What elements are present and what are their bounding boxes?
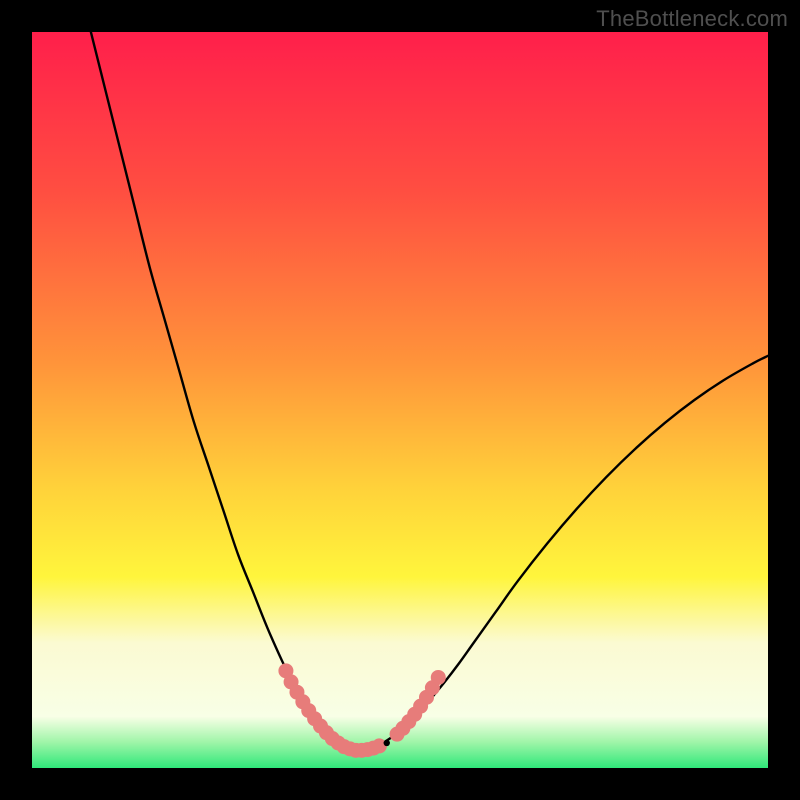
watermark-text: TheBottleneck.com xyxy=(596,6,788,32)
gradient-background xyxy=(32,32,768,768)
data-marker xyxy=(431,670,446,685)
chart-frame: TheBottleneck.com xyxy=(0,0,800,800)
chart-svg xyxy=(32,32,768,768)
dark-marker xyxy=(384,740,390,746)
plot-area xyxy=(32,32,768,768)
